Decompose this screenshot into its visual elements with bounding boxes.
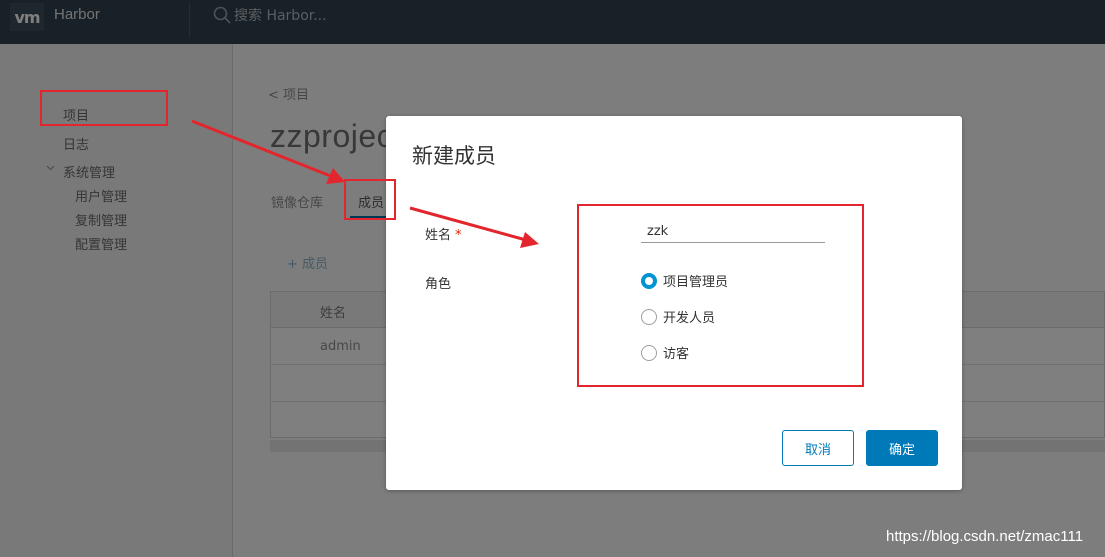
watermark: https://blog.csdn.net/zmac111 [886,528,1084,545]
annotation-arrows [191,119,539,248]
